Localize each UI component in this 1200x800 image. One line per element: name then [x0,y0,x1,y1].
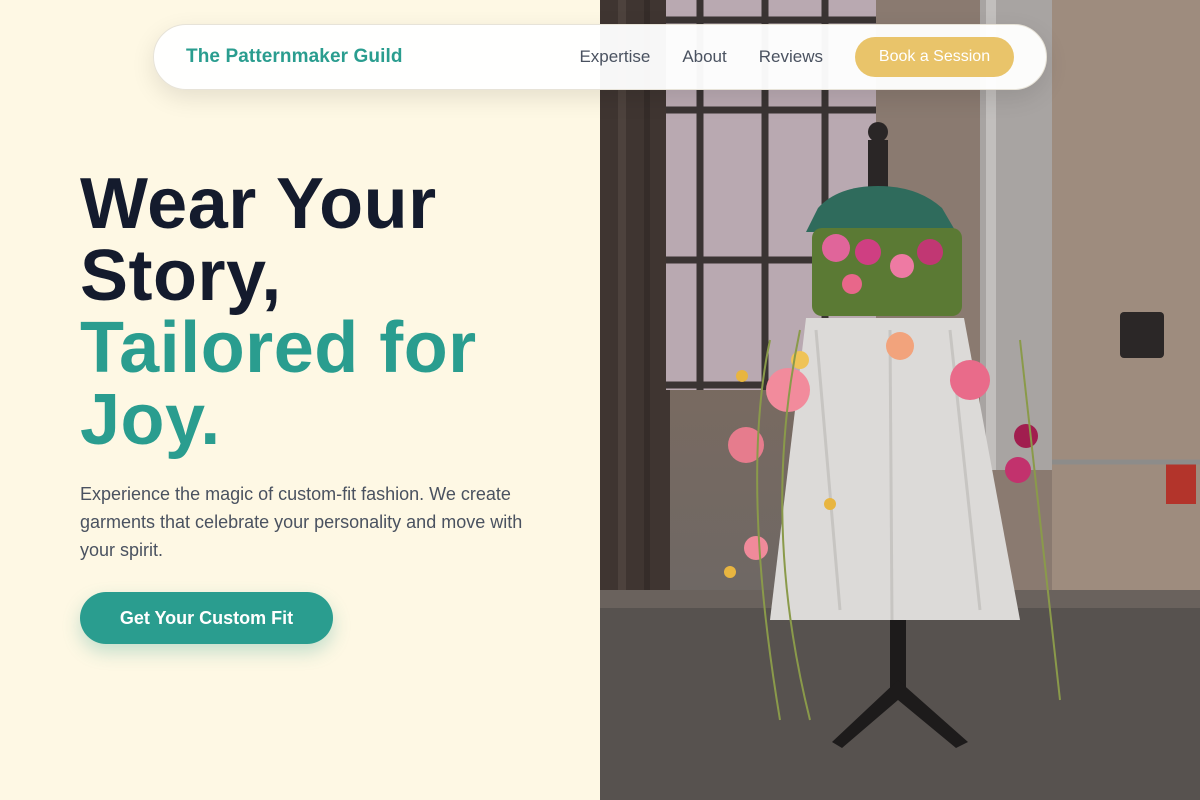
neck [868,140,888,188]
nav-link-reviews[interactable]: Reviews [759,47,823,67]
finial [868,122,888,142]
hero-description: Experience the magic of custom-fit fashi… [80,484,523,560]
hero-title-line-1: Wear Your [80,164,437,244]
brand-logo-text[interactable]: The Patternmaker Guild [186,46,403,68]
skirt-fold [888,329,894,621]
nav-link-expertise[interactable]: Expertise [579,47,650,67]
nav-links: Expertise About Reviews [579,47,823,67]
hero-title-line-2: Story, [80,236,282,316]
wall-fixture [1120,312,1164,358]
wall-red-box [1166,462,1196,504]
navbar: The Patternmaker Guild Expertise About R… [153,24,1047,90]
hero-title-line-3: Tailored for [80,308,477,388]
curtain [600,0,670,640]
nav-link-about[interactable]: About [682,47,726,67]
hero-image [600,0,1200,800]
floral-dress-mannequin-photo [600,0,1200,800]
hero-title-line-4: Joy. [80,380,221,460]
hero-title: Wear Your Story, Tailored for Joy. [80,168,580,456]
curtain-fold [644,0,650,640]
book-session-button[interactable]: Book a Session [855,37,1014,77]
get-custom-fit-button[interactable]: Get Your Custom Fit [80,592,333,644]
curtain-fold [618,0,626,640]
